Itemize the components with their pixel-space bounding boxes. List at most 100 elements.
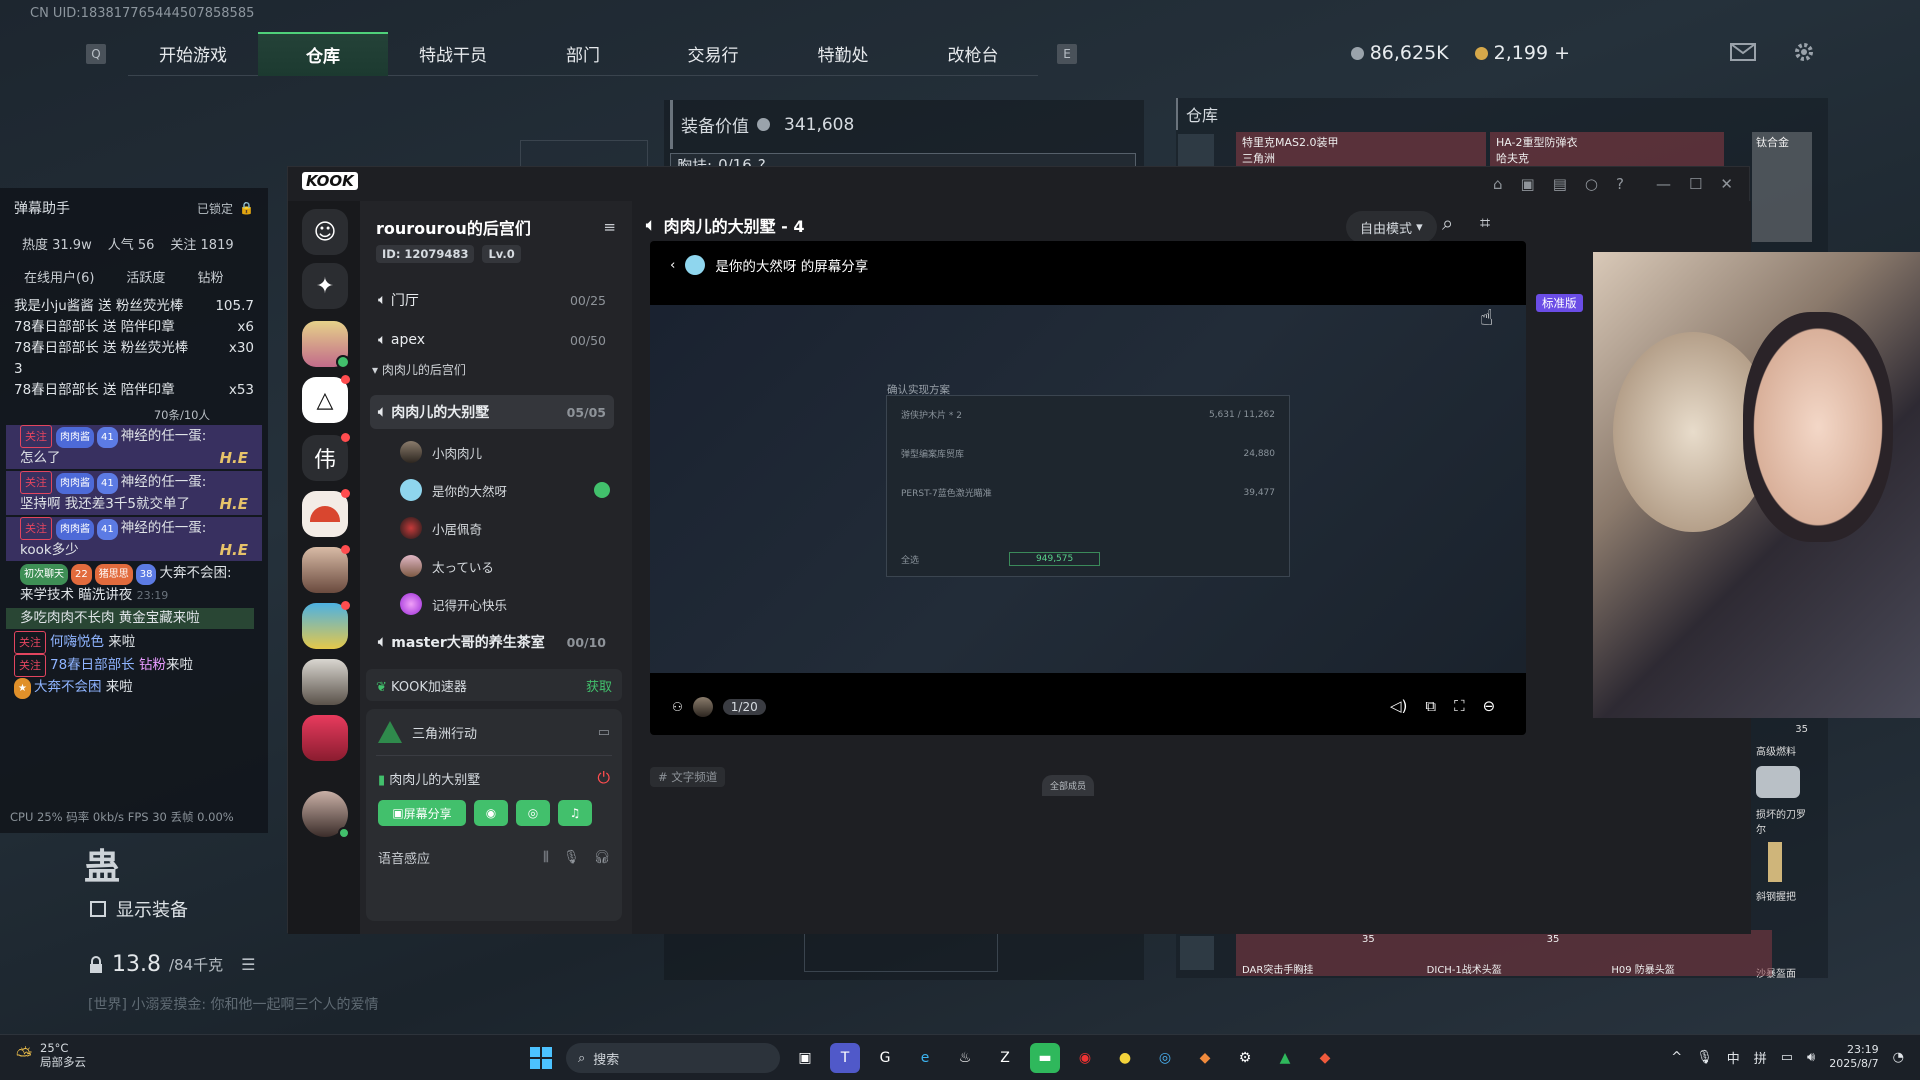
voice-user[interactable]: 小居佩奇 [400, 517, 482, 539]
mail-icon[interactable] [1730, 43, 1756, 61]
search-icon[interactable]: ⌕ [1442, 211, 1453, 235]
app-z-icon[interactable]: Z [990, 1043, 1020, 1073]
close-icon[interactable]: ✕ [1720, 175, 1733, 193]
channel-villa[interactable]: 🔈︎ 肉肉儿的大别墅 05/05 [370, 395, 614, 429]
add-user-icon[interactable]: ⚇ [672, 700, 683, 714]
search-icon[interactable]: ○ [1585, 175, 1598, 193]
list-icon[interactable]: ☰ [241, 955, 255, 974]
messages-icon[interactable]: ☺ [302, 209, 348, 255]
ime-pinyin[interactable]: 拼 [1754, 1048, 1767, 1067]
windows-start-icon[interactable] [526, 1043, 556, 1073]
menu-icon[interactable]: ≡ [603, 218, 616, 236]
tab-gunsmith[interactable]: 改枪台 [908, 32, 1038, 76]
popout-icon[interactable]: ⧉ [1425, 697, 1436, 715]
server-avatar-2[interactable] [302, 545, 350, 593]
server-triangle-icon[interactable]: △ [302, 375, 350, 423]
app-g-icon[interactable]: G [870, 1043, 900, 1073]
app-gear-icon[interactable]: ⚙ [1230, 1043, 1260, 1073]
help-icon[interactable]: ? [1616, 175, 1624, 193]
voice-user[interactable]: 是你的大然呀 [400, 479, 610, 501]
app-orange-icon[interactable]: ◆ [1190, 1043, 1220, 1073]
mic-icon[interactable]: 🎙︎ [1696, 1050, 1713, 1065]
accelerator-get[interactable]: 获取 [586, 676, 612, 695]
tab-operators[interactable]: 特战干员 [388, 32, 518, 76]
clock[interactable]: 23:19 2025/8/7 [1829, 1043, 1878, 1071]
maximize-icon[interactable]: ☐ [1689, 175, 1702, 193]
server-wei[interactable]: 伟 [302, 433, 350, 481]
server-avatar-4[interactable] [302, 659, 348, 705]
app-red-icon[interactable]: ◆ [1310, 1043, 1340, 1073]
text-channel-chip[interactable]: # 文字频道 [650, 767, 726, 787]
inbox-icon[interactable]: ▤ [1553, 175, 1567, 193]
sort-icon[interactable] [1180, 936, 1214, 970]
music-icon[interactable]: ♫ [558, 800, 592, 826]
voice-user[interactable]: 记得开心快乐 [400, 593, 507, 615]
tab-department[interactable]: 部门 [518, 32, 648, 76]
mushroom-icon[interactable] [302, 489, 350, 537]
fullscreen-icon[interactable]: ⛶ [1454, 697, 1465, 715]
mic-icon[interactable]: 🎙︎ [563, 850, 580, 865]
minimize-icon[interactable]: — [1656, 175, 1671, 193]
teams-icon[interactable]: T [830, 1043, 860, 1073]
tab-special-ops[interactable]: 特勤处 [778, 32, 908, 76]
delta-force-icon[interactable]: ▲ [1270, 1043, 1300, 1073]
camera-icon[interactable]: ◉ [474, 800, 508, 826]
obs-live-icon[interactable]: ▬ [1030, 1043, 1060, 1073]
server-header[interactable]: rourourou的后宫们 ≡ [376, 215, 616, 239]
notification-icon[interactable]: ◔ [1893, 1050, 1904, 1065]
disconnect-icon[interactable]: ⏻ [597, 768, 610, 788]
lock-toggle[interactable]: 已锁定 🔒 [197, 198, 254, 218]
volume-icon[interactable]: 🔊︎ [1807, 1050, 1815, 1065]
server-avatar-3[interactable] [302, 601, 350, 649]
app-blue-icon[interactable]: ◎ [1150, 1043, 1180, 1073]
channel-tea-room[interactable]: 🔈︎ master大哥的养生茶室 00/10 [370, 625, 614, 659]
quality-badge[interactable]: 标准版 [1536, 294, 1583, 312]
edge-icon[interactable]: e [910, 1043, 940, 1073]
lock-icon[interactable] [1178, 134, 1214, 168]
gift-icon[interactable]: ▣ [1521, 175, 1535, 193]
volume-icon[interactable]: ◁) [1390, 697, 1407, 715]
server-avatar-1[interactable] [302, 321, 350, 369]
screen-share-view[interactable]: ‹ 是你的大然呀 的屏幕分享 确认实现方案 游侠护木片 * 2 5,631 / 1… [650, 241, 1526, 735]
channel-hall[interactable]: 🔈︎ 门厅 00/25 [370, 283, 614, 317]
server-avatar-5[interactable] [302, 715, 348, 761]
currency-b[interactable]: 2,199 + [1474, 42, 1570, 64]
voice-user[interactable]: 太っている [400, 555, 494, 577]
noise-icon[interactable]: ⫼ [543, 850, 549, 865]
headphone-icon[interactable]: 🎧︎ [593, 850, 610, 865]
channel-apex[interactable]: 🔈︎ apex 00/50 [370, 323, 614, 357]
tab-warehouse[interactable]: 仓库 [258, 31, 388, 76]
task-view-icon[interactable]: ▣ [790, 1043, 820, 1073]
user-avatar[interactable] [302, 791, 350, 839]
screen-share-button[interactable]: ▣ 屏幕分享 [378, 800, 466, 826]
layout-icon[interactable]: ⌗ [1480, 213, 1490, 234]
show-equip-toggle[interactable]: 显示装备 [90, 896, 188, 922]
exit-share-icon[interactable]: ⊖ [1483, 697, 1496, 715]
store-icon[interactable]: ⌂ [1493, 175, 1503, 193]
ime-chinese[interactable]: 中 [1727, 1048, 1740, 1067]
channel-category[interactable]: ▾ 肉肉儿的后宫们 [372, 361, 466, 378]
display-icon[interactable]: ▭ [598, 725, 610, 740]
network-icon[interactable]: ▭ [1781, 1050, 1793, 1065]
discover-icon[interactable]: ✦ [302, 263, 348, 309]
voice-user[interactable]: 小肉肉儿 [400, 441, 482, 463]
netease-music-icon[interactable]: ◉ [1070, 1043, 1100, 1073]
item-titanium[interactable]: 钛合金 [1752, 132, 1812, 242]
item-helmet-1[interactable]: 35 DICH-1战术头盔 [1427, 932, 1582, 976]
tab-online-users[interactable]: 在线用户(6) [24, 267, 94, 286]
taskbar-search[interactable]: ⌕ 搜索 [566, 1043, 780, 1073]
weather-widget[interactable]: ⛅︎ 25°C 局部多云 [16, 1041, 86, 1069]
tab-market[interactable]: 交易行 [648, 32, 778, 76]
accelerator-bar[interactable]: ❦ KOOK加速器 获取 [366, 669, 622, 701]
back-chevron-icon[interactable]: ‹ [670, 257, 675, 273]
tray-chevron-icon[interactable]: ^ [1671, 1050, 1682, 1065]
item-helmet-2[interactable]: H09 防暴头盔 [1611, 932, 1766, 976]
inventory-slot[interactable] [804, 932, 998, 972]
app-yellow-icon[interactable]: ● [1110, 1043, 1140, 1073]
mode-dropdown[interactable]: 自由模式 ▾ [1346, 211, 1437, 243]
steam-icon[interactable]: ♨ [950, 1043, 980, 1073]
gear-icon[interactable] [1792, 40, 1816, 64]
all-members-tab[interactable]: 全部成员 [1042, 775, 1095, 796]
item-rig[interactable]: 35 DAR突击手胸挂 [1242, 932, 1397, 976]
tab-diamond-fans[interactable]: 钻粉 [197, 267, 223, 286]
